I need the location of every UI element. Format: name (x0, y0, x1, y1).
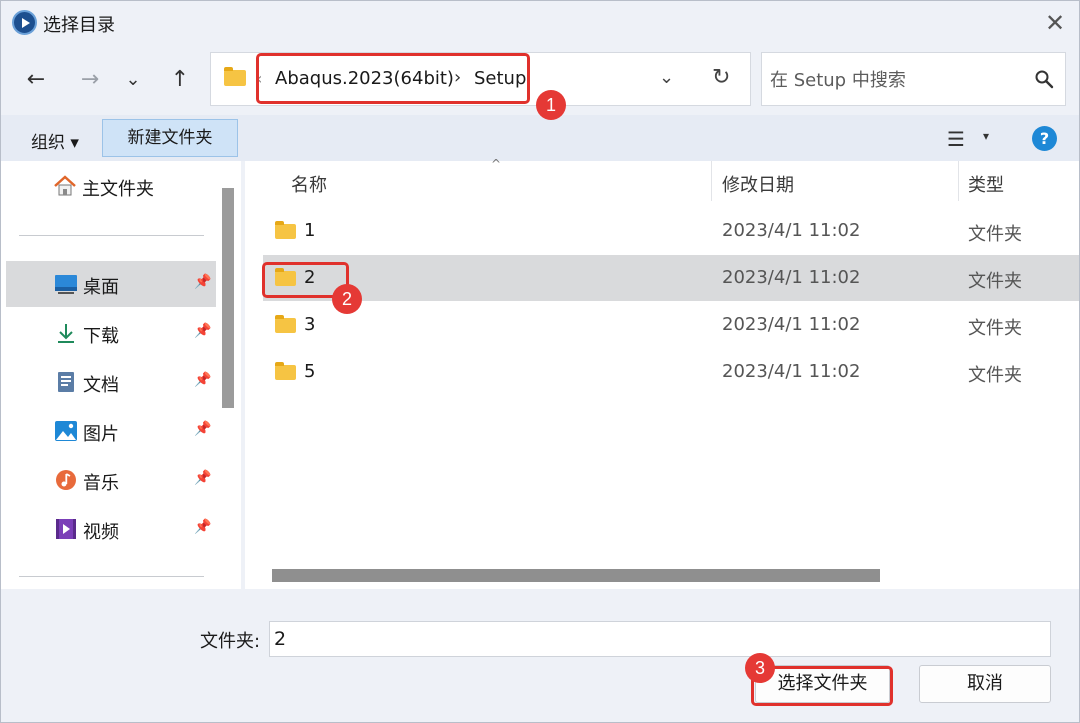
annotation-badge-2: 2 (332, 284, 362, 314)
sidebar-scroll-thumb[interactable] (222, 188, 234, 408)
pin-icon[interactable]: 📌 (194, 519, 211, 535)
sort-ascending-icon: ^ (491, 157, 502, 171)
row-modified: 2023/4/1 11:02 (722, 267, 861, 288)
search-box[interactable] (761, 52, 1066, 106)
sidebar-item-label: 桌面 (83, 277, 119, 298)
sidebar-item-desktop[interactable]: 桌面 📌 (6, 261, 216, 307)
row-modified: 2023/4/1 11:02 (722, 314, 861, 335)
folder-icon (275, 362, 296, 380)
row-type: 文件夹 (968, 365, 1022, 386)
row-type: 文件夹 (968, 224, 1022, 245)
row-type: 文件夹 (968, 318, 1022, 339)
pin-icon[interactable]: 📌 (194, 421, 211, 437)
sidebar-divider (19, 576, 204, 577)
folder-field-label: 文件夹: (200, 631, 261, 652)
sidebar-item-label: 主文件夹 (82, 179, 154, 200)
music-icon (56, 470, 76, 490)
folder-icon (275, 315, 296, 333)
new-folder-button[interactable]: 新建文件夹 (102, 119, 238, 157)
column-header-type[interactable]: 类型 (968, 171, 1004, 197)
recent-locations-chevron-icon[interactable]: ⌄ (118, 64, 148, 96)
annotation-badge-1: 1 (536, 90, 566, 120)
back-arrow-icon[interactable]: ← (21, 64, 51, 96)
folder-icon (224, 67, 246, 86)
view-menu-icon[interactable]: ☰ (947, 127, 965, 151)
column-header-modified[interactable]: 修改日期 (722, 171, 794, 197)
row-name: 3 (304, 314, 316, 335)
row-modified: 2023/4/1 11:02 (722, 361, 861, 382)
video-icon (56, 519, 76, 539)
home-icon (54, 175, 76, 196)
horizontal-scroll-thumb[interactable] (272, 569, 880, 582)
up-arrow-icon[interactable]: ↑ (165, 64, 195, 96)
desktop-icon (55, 275, 77, 294)
organize-menu[interactable]: 组织 ▾ (31, 128, 79, 153)
sidebar-divider (19, 235, 204, 236)
cancel-button[interactable]: 取消 (919, 665, 1051, 703)
table-row[interactable]: 5 2023/4/1 11:02 文件夹 (263, 349, 1079, 395)
column-divider[interactable] (958, 161, 959, 201)
pin-icon[interactable]: 📌 (194, 470, 211, 486)
row-type: 文件夹 (968, 271, 1022, 292)
row-modified: 2023/4/1 11:02 (722, 220, 861, 241)
column-divider[interactable] (711, 161, 712, 201)
forward-arrow-icon[interactable]: → (75, 64, 105, 96)
table-row[interactable]: 1 2023/4/1 11:02 文件夹 (263, 208, 1079, 254)
help-icon[interactable]: ? (1032, 126, 1057, 151)
navigation-pane: 主文件夹 桌面 📌 下载 📌 文档 📌 图片 📌 音乐 📌 视频 📌 (1, 161, 241, 589)
title-bar: 选择目录 ✕ (1, 1, 1079, 45)
search-input[interactable] (770, 65, 1020, 95)
view-menu-caret-icon[interactable]: ▾ (983, 129, 989, 143)
file-list: ^ 名称 修改日期 类型 1 2023/4/1 11:02 文件夹 2 2023… (245, 157, 1079, 589)
picture-icon (55, 421, 77, 441)
annotation-highlight-address (256, 53, 530, 104)
download-icon (58, 324, 74, 343)
pin-icon[interactable]: 📌 (194, 372, 211, 388)
sidebar-item-documents[interactable]: 文档 📌 (6, 359, 216, 405)
command-toolbar: 组织 ▾ 新建文件夹 ☰ ▾ ? (1, 115, 1079, 161)
sidebar-item-downloads[interactable]: 下载 📌 (6, 310, 216, 356)
column-header-name[interactable]: 名称 (291, 171, 327, 197)
sidebar-item-label: 文档 (83, 375, 119, 396)
search-icon[interactable] (1034, 69, 1054, 89)
sidebar-item-label: 图片 (83, 424, 119, 445)
sidebar-item-label: 音乐 (83, 473, 119, 494)
app-logo-icon (12, 10, 37, 35)
row-name: 1 (304, 220, 316, 241)
annotation-badge-3: 3 (745, 653, 775, 683)
document-icon (58, 372, 74, 392)
address-dropdown-icon[interactable]: ⌄ (659, 67, 674, 88)
folder-picker-dialog: 选择目录 ✕ ← → ⌄ ↑ ‹ Abaqus.2023(64bit) › Se… (0, 0, 1080, 723)
table-row[interactable]: 3 2023/4/1 11:02 文件夹 (263, 302, 1079, 348)
sidebar-item-pictures[interactable]: 图片 📌 (6, 408, 216, 454)
close-icon[interactable]: ✕ (1041, 9, 1069, 37)
sidebar-item-videos[interactable]: 视频 📌 (6, 506, 216, 552)
folder-name-field[interactable] (269, 621, 1051, 657)
pin-icon[interactable]: 📌 (194, 274, 211, 290)
window-title: 选择目录 (43, 15, 115, 36)
folder-icon (275, 221, 296, 239)
sidebar-item-label: 下载 (83, 326, 119, 347)
refresh-icon[interactable]: ↻ (712, 65, 730, 90)
sidebar-item-label: 视频 (83, 522, 119, 543)
table-row[interactable]: 2 2023/4/1 11:02 文件夹 (263, 255, 1079, 301)
sidebar-item-music[interactable]: 音乐 📌 (6, 457, 216, 503)
row-name: 5 (304, 361, 316, 382)
pin-icon[interactable]: 📌 (194, 323, 211, 339)
